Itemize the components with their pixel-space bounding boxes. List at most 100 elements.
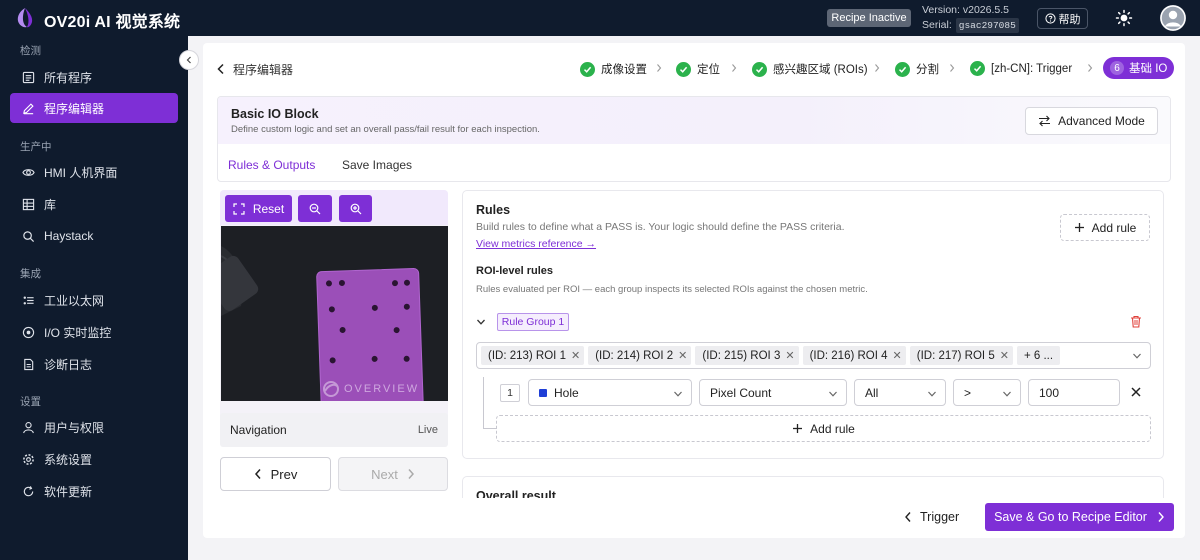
chevron-down-icon[interactable]: [476, 317, 486, 327]
step-rois[interactable]: 感兴趣区域 (ROIs): [752, 61, 868, 77]
remove-chip-icon[interactable]: ✕: [678, 349, 687, 362]
tab-rules-outputs[interactable]: Rules & Outputs: [228, 158, 315, 172]
active-tab-indicator: [228, 181, 316, 182]
trash-icon[interactable]: [1130, 315, 1142, 328]
user-avatar-icon[interactable]: [1160, 5, 1186, 31]
step-label: [zh-CN]: Trigger: [991, 62, 1073, 75]
list-icon: [22, 71, 35, 83]
step-label: 成像设置: [601, 64, 647, 76]
scope-select[interactable]: All: [854, 379, 946, 406]
step-basic-io[interactable]: 6 基础 IO: [1103, 57, 1174, 79]
roi-chip[interactable]: (ID: 214) ROI 2 ✕: [588, 346, 692, 365]
sidebar-item-io-monitor[interactable]: I/O 实时监控: [10, 317, 178, 347]
chevron-right-icon: [1088, 64, 1093, 72]
reset-button[interactable]: Reset: [225, 195, 292, 222]
zoom-in-icon: [350, 203, 361, 214]
top-bar: OV20i AI 视觉系统 Recipe Inactive Version: v…: [0, 0, 1200, 36]
sidebar-item-label: 系统设置: [44, 452, 93, 467]
sun-icon[interactable]: [1115, 9, 1133, 27]
step-imaging[interactable]: 成像设置: [580, 61, 647, 77]
sidebar-item-library[interactable]: 库: [10, 189, 178, 219]
sidebar-item-users[interactable]: 用户与权限: [10, 412, 178, 442]
add-rule-button[interactable]: Add rule: [1060, 214, 1150, 241]
log-icon: [24, 358, 34, 370]
roi-chip[interactable]: (ID: 216) ROI 4 ✕: [802, 346, 906, 365]
step-segmentation[interactable]: 分割: [895, 61, 939, 77]
roi-chip[interactable]: (ID: 215) ROI 3 ✕: [695, 346, 799, 365]
close-icon[interactable]: [1130, 386, 1142, 398]
chevron-right-icon: [1158, 512, 1164, 522]
class-select-value: Hole: [554, 385, 579, 400]
operator-select[interactable]: >: [953, 379, 1021, 406]
sidebar-item-label: 库: [44, 197, 57, 212]
version-info: Version: v2026.5.5 Serial: gsac297085: [922, 3, 1019, 33]
advanced-mode-button[interactable]: Advanced Mode: [1025, 107, 1158, 135]
sidebar-item-recipe-editor[interactable]: 程序编辑器: [10, 93, 178, 123]
prev-button[interactable]: Prev: [220, 457, 331, 491]
sidebar-item-haystack[interactable]: Haystack: [10, 221, 178, 251]
zoom-out-button[interactable]: [298, 195, 332, 222]
remove-chip-icon[interactable]: ✕: [1000, 349, 1009, 362]
camera-watermark: OVERVIEW: [344, 383, 420, 395]
remove-chip-icon[interactable]: ✕: [571, 349, 580, 362]
sidebar-collapse-button[interactable]: [179, 50, 199, 70]
roi-more-chip[interactable]: + 6 ...: [1016, 346, 1061, 365]
step-alignment[interactable]: 定位: [676, 61, 720, 77]
sidebar-item-diagnostics[interactable]: 诊断日志: [10, 349, 178, 379]
operator-select-value: >: [964, 385, 972, 400]
next-button[interactable]: Next: [338, 457, 448, 491]
sidebar-item-all-recipes[interactable]: 所有程序: [10, 62, 178, 92]
next-label: Next: [371, 466, 398, 482]
step-label: 感兴趣区域 (ROIs): [773, 64, 868, 76]
metric-select[interactable]: Pixel Count: [699, 379, 847, 406]
zoom-out-icon: [309, 203, 321, 214]
save-and-go-button[interactable]: Save & Go to Recipe Editor: [985, 503, 1174, 531]
remove-chip-icon[interactable]: ✕: [785, 349, 794, 362]
sidebar-item-industrial-ethernet[interactable]: 工业以太网: [10, 285, 178, 315]
block-card: Basic IO Block Define custom logic and s…: [217, 96, 1171, 182]
condition-connector: [483, 377, 497, 429]
fit-screen-icon: [233, 202, 245, 215]
camera-image[interactable]: OVERVIEW: [221, 226, 448, 401]
zoom-in-button[interactable]: [339, 195, 372, 222]
threshold-value-input[interactable]: [1028, 379, 1120, 406]
sidebar-item-label: 工业以太网: [44, 293, 105, 308]
roi-chip[interactable]: (ID: 217) ROI 5 ✕: [909, 346, 1013, 365]
serial-number: gsac297085: [955, 18, 1019, 33]
check-icon: [970, 61, 985, 76]
sidebar-item-hmi[interactable]: HMI 人机界面: [10, 157, 178, 187]
sidebar-item-system-settings[interactable]: 系统设置: [10, 444, 178, 474]
chevron-right-icon: [732, 64, 737, 72]
block-description: Define custom logic and set an overall p…: [231, 124, 540, 135]
chevron-down-icon[interactable]: [1132, 351, 1142, 361]
navigation-label: Navigation: [230, 423, 287, 437]
check-icon: [895, 61, 910, 77]
inspection-part-image: [221, 226, 448, 401]
back-to-trigger-button[interactable]: Trigger: [904, 508, 959, 526]
roi-multiselect[interactable]: (ID: 213) ROI 1 ✕ (ID: 214) ROI 2 ✕ (ID: 2…: [476, 342, 1151, 369]
chevron-right-icon: [875, 64, 880, 72]
step-trigger[interactable]: [zh-CN]: Trigger: [970, 61, 1072, 76]
plus-icon: [1074, 223, 1084, 232]
navigation-bar: Navigation Live: [220, 413, 448, 447]
advanced-mode-label: Advanced Mode: [1058, 114, 1145, 128]
sidebar-item-software-update[interactable]: 软件更新: [10, 476, 178, 506]
roi-rules-title: ROI-level rules: [476, 265, 554, 277]
class-select[interactable]: Hole: [528, 379, 692, 406]
check-icon: [676, 61, 691, 77]
step-label: 定位: [697, 64, 720, 76]
step-label: 分割: [916, 64, 939, 76]
back-arrow-icon[interactable]: [215, 63, 227, 75]
sidebar-item-label: 所有程序: [44, 70, 93, 85]
remove-chip-icon[interactable]: ✕: [893, 349, 902, 362]
rule-group-badge[interactable]: Rule Group 1: [497, 313, 569, 331]
tab-save-images[interactable]: Save Images: [342, 158, 412, 172]
version-text: Version: v2026.5.5: [922, 4, 1009, 16]
trigger-label: Trigger: [920, 510, 960, 524]
roi-chip[interactable]: (ID: 213) ROI 1 ✕: [481, 346, 585, 365]
metrics-reference-link[interactable]: View metrics reference →: [476, 238, 596, 250]
grid-icon: [22, 198, 35, 210]
help-button[interactable]: 帮助: [1037, 8, 1088, 29]
sidebar-item-label: HMI 人机界面: [44, 165, 118, 180]
add-condition-button[interactable]: Add rule: [496, 415, 1151, 442]
